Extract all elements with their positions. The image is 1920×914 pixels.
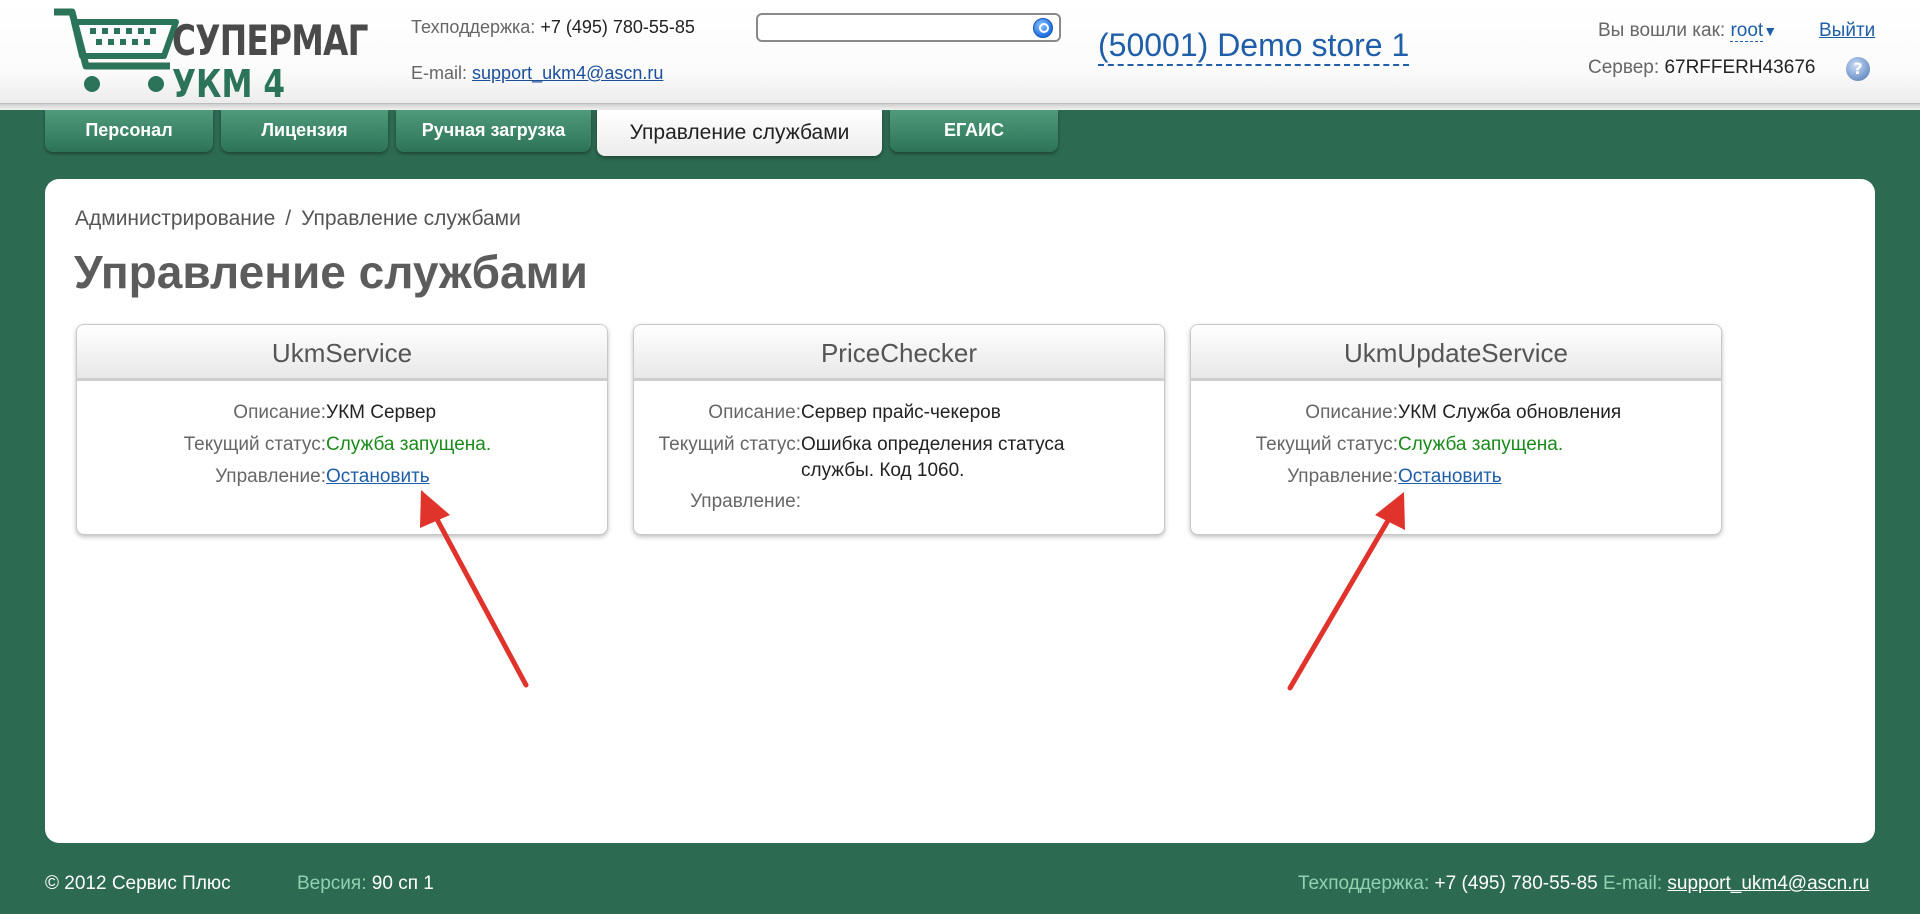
version-label: Версия:	[297, 873, 367, 894]
search-input[interactable]	[756, 13, 1061, 42]
support-label: Техподдержка:	[411, 17, 536, 37]
support-phone: +7 (495) 780-55-85	[540, 17, 695, 37]
service-card-pricechecker: PriceChecker Описание: Сервер прайс-чеке…	[633, 324, 1165, 535]
service-name: UkmUpdateService	[1191, 325, 1721, 381]
description-value: УКМ Сервер	[326, 402, 437, 423]
footer-copyright: © 2012 Сервис Плюс	[45, 873, 231, 894]
description-label: Описание:	[1305, 402, 1398, 423]
status-label: Текущий статус:	[1255, 434, 1398, 455]
version-value: 90 сп 1	[371, 873, 434, 894]
description-value: Сервер прайс-чекеров	[801, 402, 1001, 423]
control-label: Управление:	[1287, 466, 1398, 487]
header-email: E-mail: support_ukm4@ascn.ru	[411, 63, 663, 84]
footer-email-link[interactable]: support_ukm4@ascn.ru	[1667, 873, 1869, 894]
description-value: УКМ Служба обновления	[1398, 402, 1622, 423]
description-label: Описание:	[708, 402, 801, 423]
status-value-line2: службы. Код 1060.	[801, 460, 965, 481]
chevron-down-icon[interactable]: ▼	[1763, 23, 1777, 39]
server-info: Сервер: 67RFFERH43676	[1588, 57, 1815, 79]
service-name: PriceChecker	[634, 325, 1164, 381]
header-support: Техподдержка: +7 (495) 780-55-85	[411, 17, 695, 38]
server-label: Сервер:	[1588, 57, 1660, 78]
status-label: Текущий статус:	[658, 434, 801, 455]
logo[interactable]: СУПЕРМАГ УКМ 4	[52, 6, 368, 106]
search-icon[interactable]	[1033, 18, 1053, 38]
breadcrumb-root[interactable]: Администрирование	[75, 207, 275, 230]
main-panel: Администрирование / Управление службами Уп…	[45, 179, 1875, 843]
tab-personnel[interactable]: Персонал	[45, 110, 213, 152]
tab-service-management[interactable]: Управление службами	[597, 110, 882, 156]
header: СУПЕРМАГ УКМ 4 Техподдержка: +7 (495) 78…	[0, 0, 1920, 106]
store-selector[interactable]: (50001) Demo store 1	[1098, 26, 1410, 66]
tab-manual-load[interactable]: Ручная загрузка	[396, 110, 591, 152]
logo-title: СУПЕРМАГ	[172, 16, 368, 65]
breadcrumb: Администрирование / Управление службами	[75, 207, 521, 231]
service-name: UkmService	[77, 325, 607, 381]
status-label: Текущий статус:	[183, 434, 326, 455]
footer-support: Техподдержка: +7 (495) 780-55-85 E-mail:…	[1298, 873, 1869, 895]
tab-license[interactable]: Лицензия	[221, 110, 388, 152]
login-label: Вы вошли как:	[1598, 20, 1726, 41]
tab-egais[interactable]: ЕГАИС	[890, 110, 1058, 152]
user-menu[interactable]: root	[1730, 20, 1764, 42]
email-label: E-mail:	[411, 63, 468, 83]
help-icon[interactable]: ?	[1846, 57, 1870, 81]
stop-service-link[interactable]: Остановить	[1398, 464, 1502, 490]
control-label: Управление:	[690, 491, 801, 512]
login-info: Вы вошли как: root▼	[1598, 20, 1777, 42]
footer-version: Версия: 90 сп 1	[297, 873, 434, 895]
status-value: Служба запущена.	[1398, 434, 1564, 455]
status-value-line1: Ошибка определения статуса	[801, 434, 1065, 455]
control-label: Управление:	[215, 466, 326, 487]
breadcrumb-current: Управление службами	[301, 207, 521, 230]
breadcrumb-separator: /	[285, 207, 292, 230]
description-label: Описание:	[233, 402, 326, 423]
shopping-cart-icon	[54, 8, 179, 92]
footer-support-phone: +7 (495) 780-55-85	[1434, 873, 1598, 894]
logo-subtitle: УКМ 4	[172, 62, 286, 106]
service-card-ukmupdateservice: UkmUpdateService Описание: УКМ Служба об…	[1190, 324, 1722, 535]
stop-service-link[interactable]: Остановить	[326, 464, 430, 490]
logout-link[interactable]: Выйти	[1819, 20, 1875, 42]
status-value: Служба запущена.	[326, 434, 492, 455]
footer-support-label: Техподдержка:	[1298, 873, 1430, 894]
email-link[interactable]: support_ukm4@ascn.ru	[472, 63, 663, 83]
server-value: 67RFFERH43676	[1664, 57, 1816, 78]
footer-email-label: E-mail:	[1602, 873, 1663, 894]
service-card-ukmservice: UkmService Описание: УКМ Сервер Текущий …	[76, 324, 608, 535]
page-title: Управление службами	[74, 246, 588, 298]
